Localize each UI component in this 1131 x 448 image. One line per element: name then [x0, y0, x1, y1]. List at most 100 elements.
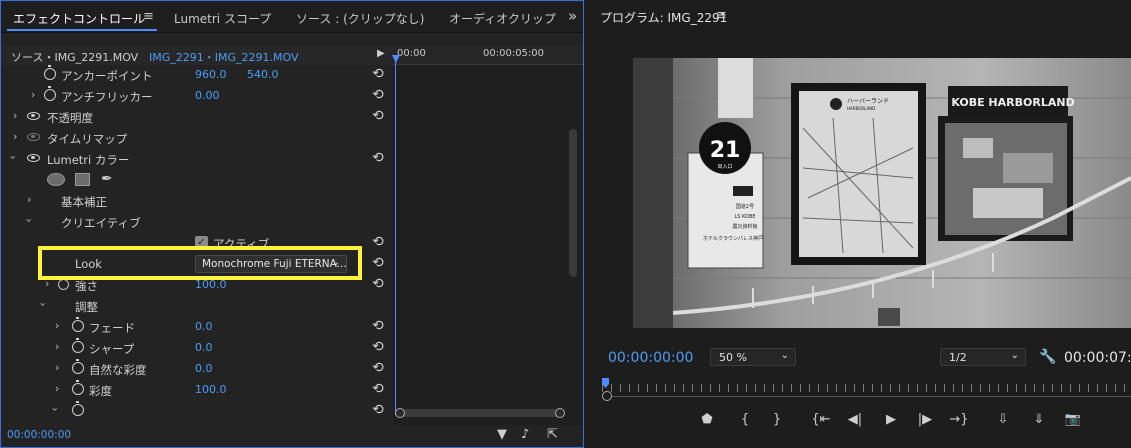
vibrance-value[interactable]: 0.0: [195, 362, 213, 375]
reset-icon[interactable]: ⟲: [372, 402, 384, 418]
visibility-icon[interactable]: [27, 154, 40, 162]
tab-lumetri-scopes[interactable]: Lumetri スコープ: [174, 10, 271, 27]
playhead-handle[interactable]: [392, 55, 400, 63]
chevron-right-icon[interactable]: ›: [13, 109, 17, 122]
marker-button[interactable]: ⬟: [696, 412, 718, 427]
tab-audio-clip[interactable]: オーディオクリップ: [449, 10, 556, 27]
sign-harborland-en: HARBORLAND: [847, 106, 875, 111]
visibility-icon: [27, 133, 40, 141]
property-basic-correction[interactable]: › 基本補正: [1, 191, 393, 212]
resolution-value: 1/2: [949, 351, 967, 364]
step-back-button[interactable]: ◀|: [844, 412, 866, 427]
chevron-down-icon[interactable]: ›: [23, 218, 36, 222]
play-button[interactable]: ▶: [880, 412, 902, 427]
property-creative[interactable]: › クリエイティブ: [1, 212, 393, 233]
anchor-x-value[interactable]: 960.0: [195, 68, 227, 81]
property-time-remap[interactable]: › タイムリマップ: [1, 128, 393, 149]
tab-menu-icon[interactable]: ≡: [143, 9, 154, 24]
timeline-playhead[interactable]: [392, 55, 400, 415]
stopwatch-icon[interactable]: [72, 359, 84, 374]
rectangle-mask-icon[interactable]: [75, 173, 90, 186]
chevron-right-icon[interactable]: ›: [31, 88, 35, 101]
tab-effect-controls[interactable]: エフェクトコントロール: [13, 10, 145, 27]
property-opacity[interactable]: › 不透明度 ⟲: [1, 107, 393, 128]
chevron-right-icon[interactable]: ›: [13, 130, 17, 143]
route-line-4: ホテルクラウンパレス神戸: [703, 235, 763, 242]
sign-harborland-jp: ハーバーランド: [847, 98, 889, 105]
property-label: クリエイティブ: [61, 216, 141, 230]
reset-icon[interactable]: ⟲: [372, 108, 384, 124]
ellipse-mask-icon[interactable]: [47, 173, 65, 186]
visibility-icon[interactable]: [27, 112, 40, 120]
source-selected-clip[interactable]: IMG_2291・IMG_2291.MOV: [149, 49, 298, 65]
reset-icon[interactable]: ⟲: [372, 381, 384, 397]
chevron-right-icon[interactable]: ›: [55, 361, 59, 374]
play-icon[interactable]: ▶: [377, 48, 385, 59]
effect-timecode[interactable]: 00:00:00:00: [7, 429, 71, 441]
reset-icon[interactable]: ⟲: [372, 360, 384, 376]
reset-icon[interactable]: ⟲: [372, 339, 384, 355]
export-frame-button[interactable]: 📷: [1062, 412, 1084, 427]
property-lumetri-color[interactable]: › Lumetri カラー ⟲: [1, 149, 393, 170]
pen-mask-icon[interactable]: ✒: [101, 171, 113, 187]
ruler-track: [602, 396, 1131, 397]
chevron-down-icon[interactable]: ›: [7, 155, 20, 159]
chevron-down-icon[interactable]: ›: [37, 302, 50, 306]
audio-icon[interactable]: ♪: [521, 427, 529, 442]
stopwatch-icon[interactable]: [72, 380, 84, 395]
stopwatch-icon[interactable]: [72, 401, 84, 416]
fade-value[interactable]: 0.0: [195, 320, 213, 333]
chevron-right-icon[interactable]: ›: [55, 319, 59, 332]
stopwatch-icon[interactable]: [72, 338, 84, 353]
overwrite-button[interactable]: ⇓: [1028, 412, 1050, 427]
program-timeline-ruler[interactable]: [602, 378, 1131, 404]
chevron-right-icon[interactable]: ›: [55, 382, 59, 395]
insert-button[interactable]: ⇩: [992, 412, 1014, 427]
reset-icon[interactable]: ⟲: [372, 234, 384, 250]
source-label[interactable]: ソース・IMG_2291.MOV: [11, 49, 138, 65]
mark-out-button[interactable]: }: [766, 412, 788, 427]
chevron-down-icon[interactable]: ›: [49, 407, 62, 411]
go-to-out-button[interactable]: →}: [948, 412, 970, 427]
stopwatch-icon[interactable]: [58, 279, 69, 290]
saturation-value[interactable]: 100.0: [195, 383, 227, 396]
reset-icon[interactable]: ⟲: [372, 318, 384, 334]
tab-source[interactable]: ソース : (クリップなし): [296, 10, 424, 27]
anchor-y-value[interactable]: 540.0: [247, 68, 279, 81]
reset-icon[interactable]: ⟲: [372, 276, 384, 292]
sharpen-value[interactable]: 0.0: [195, 341, 213, 354]
scroll-handle[interactable]: [602, 391, 612, 401]
horizontal-scrollbar[interactable]: [395, 408, 565, 418]
anti-flicker-value[interactable]: 0.00: [195, 89, 220, 102]
scroll-end-handle[interactable]: [555, 408, 565, 418]
effect-timeline[interactable]: 00:00 00:00:05:00: [392, 45, 583, 425]
stopwatch-icon[interactable]: [44, 86, 56, 101]
reset-icon[interactable]: ⟲: [372, 66, 384, 82]
reset-icon[interactable]: ⟲: [372, 150, 384, 166]
overflow-icon[interactable]: »: [568, 7, 577, 25]
property-adjust[interactable]: › 調整: [1, 296, 393, 317]
program-monitor-title[interactable]: プログラム: IMG_2291: [600, 9, 727, 26]
vertical-scrollbar[interactable]: [569, 129, 577, 277]
export-icon[interactable]: ⇱: [547, 427, 558, 442]
go-to-in-button[interactable]: {⇤: [810, 412, 832, 427]
program-current-time[interactable]: 00:00:00:00: [608, 350, 693, 366]
chevron-right-icon[interactable]: ›: [55, 340, 59, 353]
video-preview[interactable]: 21 出入口 国道2号 LS KOBE 震災資料館 ホテルクラウンパレス神戸 ハ…: [633, 58, 1131, 328]
step-forward-button[interactable]: |▶: [914, 412, 936, 427]
zoom-dropdown[interactable]: 50 % ⌄: [710, 348, 796, 366]
monitor-menu-icon[interactable]: ≡: [716, 8, 727, 23]
reset-icon[interactable]: ⟲: [372, 87, 384, 103]
reset-icon[interactable]: ⟲: [372, 255, 384, 271]
look-highlight-annotation: [38, 246, 362, 280]
stopwatch-icon[interactable]: [44, 65, 56, 80]
chevron-right-icon[interactable]: ›: [27, 193, 31, 206]
resolution-dropdown[interactable]: 1/2 ⌄: [940, 348, 1026, 366]
panel-tab-bar: エフェクトコントロール ≡ Lumetri スコープ ソース : (クリップなし…: [1, 1, 583, 33]
wrench-icon[interactable]: 🔧: [1039, 349, 1056, 365]
timeline-ruler[interactable]: 00:00 00:00:05:00: [393, 45, 583, 65]
mark-in-button[interactable]: {: [734, 412, 756, 427]
filter-icon[interactable]: ▼: [497, 427, 507, 442]
scroll-start-handle[interactable]: [395, 408, 405, 418]
stopwatch-icon[interactable]: [72, 317, 84, 332]
